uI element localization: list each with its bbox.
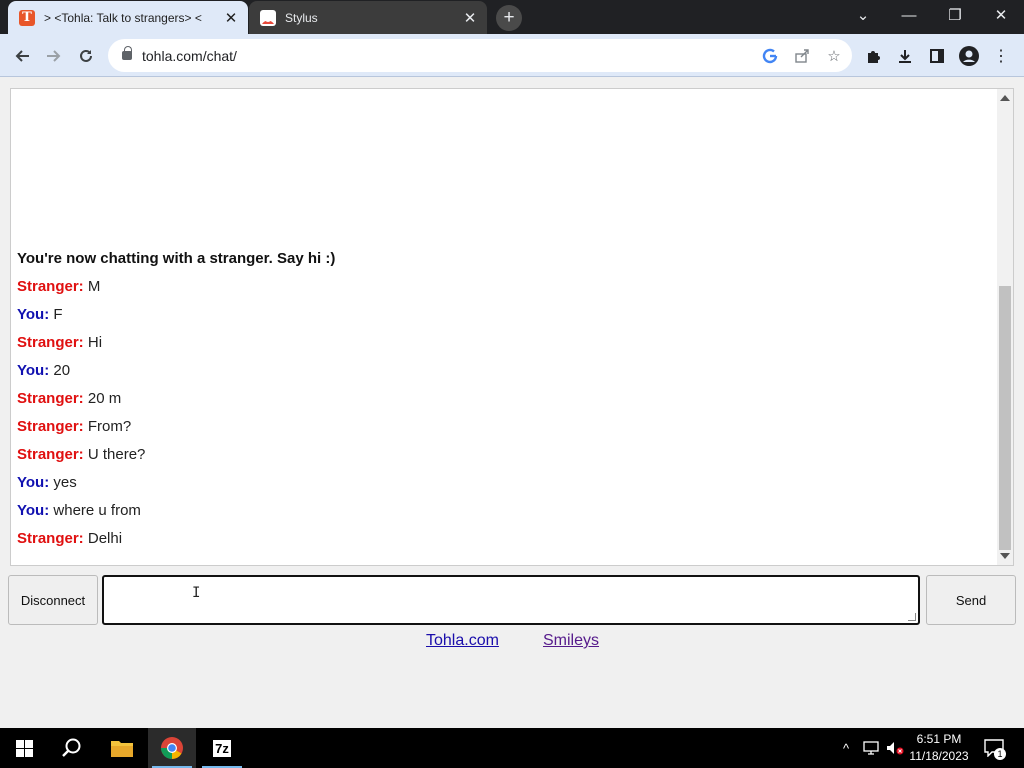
file-explorer-icon[interactable] [98, 728, 146, 768]
text-cursor-icon: I [192, 585, 201, 601]
tab-tohla-chat[interactable]: T > <Tohla: Talk to strangers> < ✕ [8, 1, 248, 34]
chat-controls: Disconnect I Send [0, 575, 1024, 627]
bookmark-star-icon[interactable]: ☆ [824, 46, 844, 66]
browser-tab-strip: T > <Tohla: Talk to strangers> < ✕ Stylu… [0, 0, 1024, 34]
chat-message: You: 20 [17, 357, 997, 385]
address-bar[interactable]: tohla.com/chat/ ☆ [108, 39, 852, 72]
chrome-taskbar-icon[interactable] [148, 728, 196, 768]
message-sender: Stranger: [17, 446, 84, 463]
clock-date: 11/18/2023 [909, 749, 969, 763]
notification-count-badge: 1 [994, 748, 1006, 760]
scroll-thumb[interactable] [999, 286, 1011, 550]
restore-button[interactable]: ❐ [932, 0, 978, 30]
chat-message: You: yes [17, 469, 997, 497]
message-sender: You: [17, 362, 50, 379]
message-sender: Stranger: [17, 390, 84, 407]
chat-message: You: F [17, 301, 997, 329]
chat-message: Stranger: From? [17, 413, 997, 441]
message-sender: Stranger: [17, 278, 84, 295]
resize-grip-icon[interactable] [908, 613, 916, 621]
message-sender: You: [17, 502, 50, 519]
scroll-up-arrow-icon[interactable] [1000, 95, 1010, 101]
message-text: From? [87, 418, 132, 435]
message-text: where u from [53, 502, 141, 519]
side-panel-icon[interactable] [926, 45, 948, 67]
stylus-favicon-icon [260, 9, 276, 26]
message-text: M [87, 278, 101, 295]
chat-log: You're now chatting with a stranger. Say… [17, 245, 997, 553]
message-sender: You: [17, 306, 50, 323]
message-text: 20 m [87, 390, 122, 407]
message-text: yes [53, 474, 77, 491]
system-clock[interactable]: 6:51 PM 11/18/2023 [905, 731, 973, 765]
minimize-button[interactable]: — [886, 0, 932, 30]
back-arrow-icon[interactable] [8, 42, 36, 70]
message-text: 20 [53, 362, 71, 379]
message-text: Hi [87, 334, 103, 351]
tab-stylus[interactable]: Stylus ✕ [249, 1, 487, 34]
close-tab-icon[interactable]: ✕ [220, 9, 242, 27]
tohla-home-link[interactable]: Tohla.com [426, 632, 499, 650]
search-icon[interactable] [48, 728, 96, 768]
message-sender: Stranger: [17, 418, 84, 435]
chat-message: You: where u from [17, 497, 997, 525]
page-content: You're now chatting with a stranger. Say… [0, 78, 1024, 728]
message-sender: Stranger: [17, 334, 84, 351]
extensions-puzzle-icon[interactable] [862, 45, 884, 67]
new-tab-button[interactable]: + [496, 5, 522, 31]
forward-arrow-icon[interactable] [40, 42, 68, 70]
chat-message: Stranger: U there? [17, 441, 997, 469]
clock-time: 6:51 PM [916, 732, 962, 746]
reload-icon[interactable] [72, 42, 100, 70]
chat-log-panel[interactable]: You're now chatting with a stranger. Say… [10, 88, 1014, 566]
tab-title: Stylus [285, 10, 318, 25]
chat-message: Stranger: M [17, 273, 997, 301]
browser-toolbar: tohla.com/chat/ ☆ ⋮ [0, 34, 1024, 77]
message-sender: Stranger: [17, 530, 84, 547]
message-input[interactable]: I [102, 575, 920, 625]
tab-title: > <Tohla: Talk to strangers> < [44, 10, 202, 25]
url-text: tohla.com/chat/ [142, 47, 237, 64]
message-text: U there? [87, 446, 146, 463]
message-text: Delhi [87, 530, 123, 547]
scroll-down-arrow-icon[interactable] [1000, 553, 1010, 559]
disconnect-button[interactable]: Disconnect [8, 575, 98, 625]
tab-search-icon[interactable]: ⌄ [840, 0, 886, 30]
lock-icon[interactable] [122, 46, 132, 60]
send-button[interactable]: Send [926, 575, 1016, 625]
smileys-link[interactable]: Smileys [543, 632, 599, 650]
share-icon[interactable] [792, 46, 812, 66]
notifications-icon[interactable]: 1 [980, 728, 1008, 768]
message-text: F [53, 306, 63, 323]
download-icon[interactable] [894, 45, 916, 67]
kebab-menu-icon[interactable]: ⋮ [990, 45, 1012, 67]
show-hidden-icons-chevron-icon[interactable]: ^ [836, 728, 856, 768]
chat-status-message: You're now chatting with a stranger. Say… [17, 250, 336, 267]
close-window-button[interactable]: ✕ [978, 0, 1024, 30]
close-tab-icon[interactable]: ✕ [459, 9, 481, 27]
chat-message: Stranger: Delhi [17, 525, 997, 553]
start-windows-icon[interactable] [0, 728, 48, 768]
volume-muted-icon[interactable] [884, 728, 906, 768]
windows-taskbar: 7z ^ 6:51 PM 11/18/2023 1 [0, 728, 1024, 768]
tohla-favicon-icon: T [19, 9, 35, 26]
profile-avatar-icon[interactable] [958, 45, 980, 67]
chat-message: Stranger: Hi [17, 329, 997, 357]
chat-scrollbar[interactable] [997, 89, 1013, 565]
message-sender: You: [17, 474, 50, 491]
chat-message: Stranger: 20 m [17, 385, 997, 413]
7zip-icon[interactable]: 7z [198, 728, 246, 768]
network-icon[interactable] [860, 728, 882, 768]
google-lens-icon[interactable] [760, 46, 780, 66]
